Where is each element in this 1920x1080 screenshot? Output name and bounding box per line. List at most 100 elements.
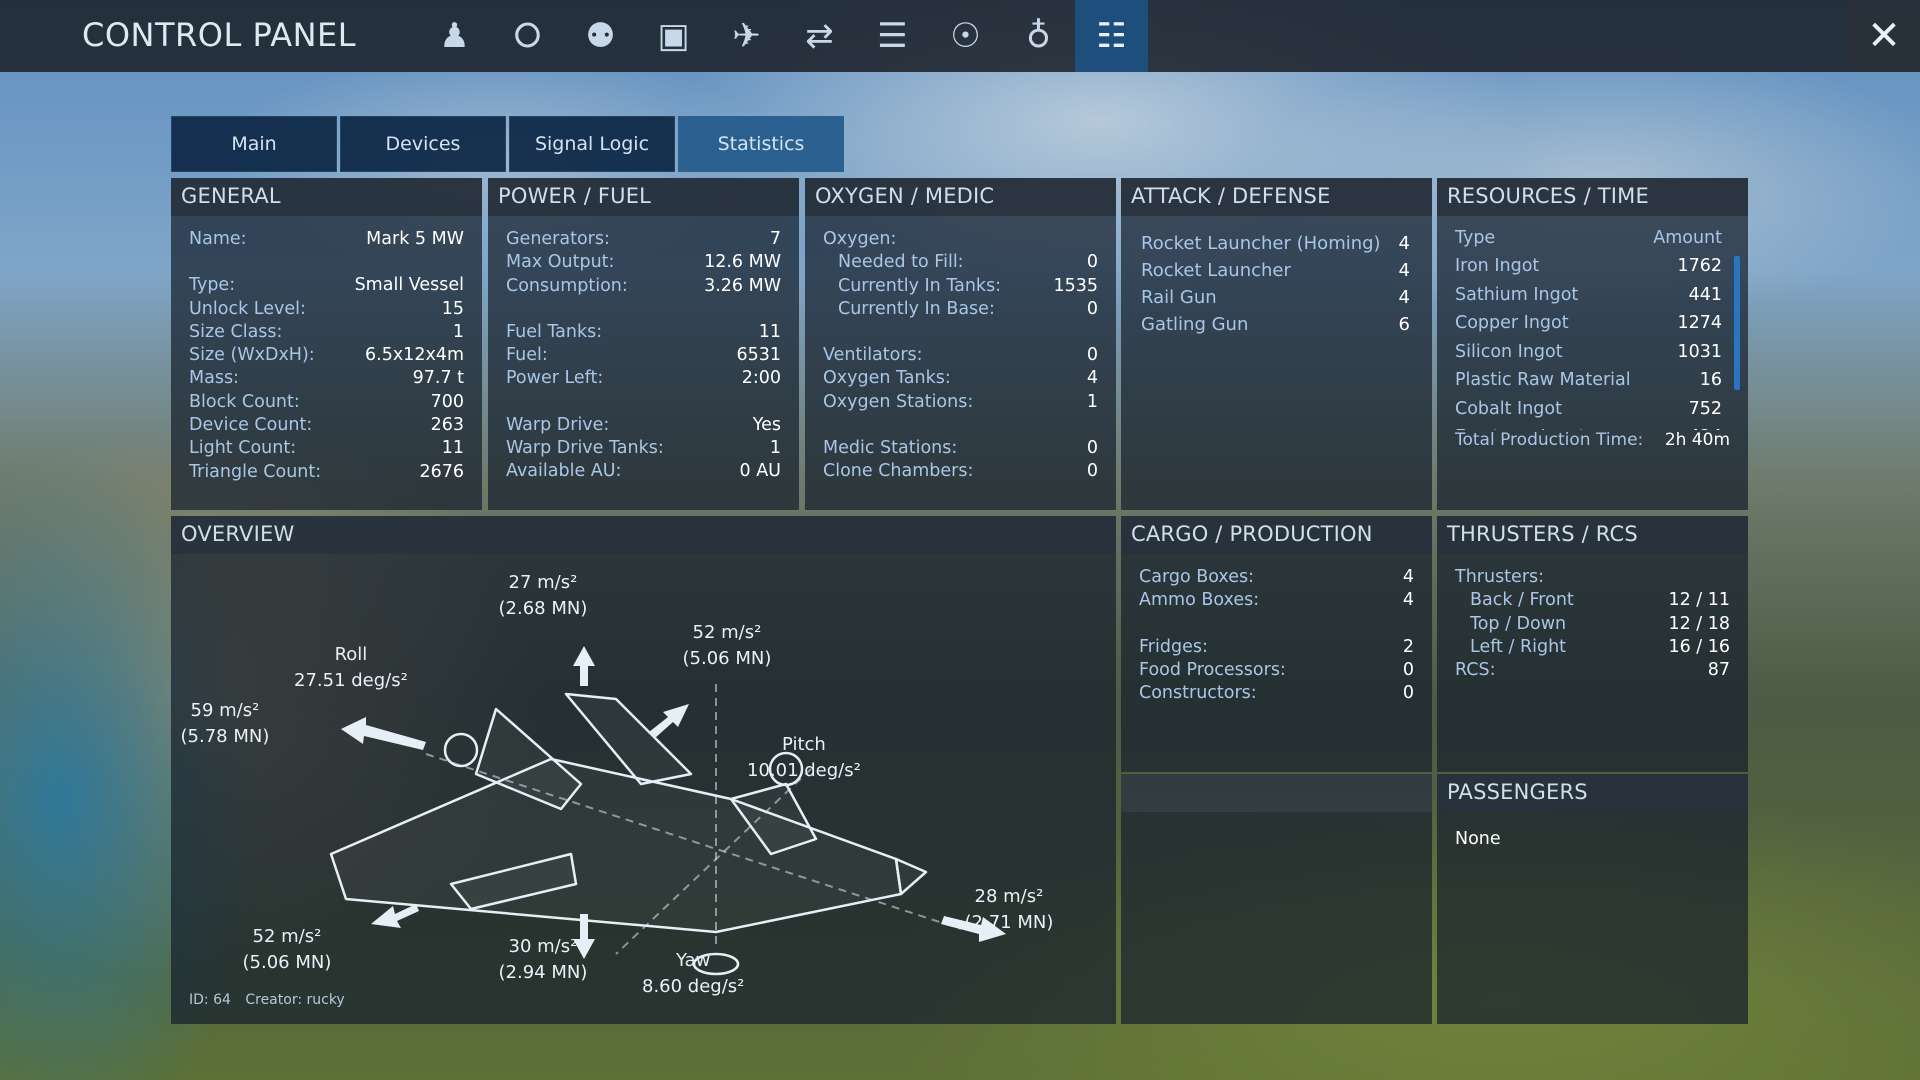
- stat-value: Small Vessel: [354, 275, 464, 296]
- panel-header: RESOURCES / TIME: [1437, 178, 1748, 216]
- stat-value: 16 / 16: [1668, 636, 1730, 657]
- stat-label: Top / Down: [1470, 613, 1567, 634]
- arrow-left: [371, 904, 419, 928]
- stat-value: 0: [1086, 345, 1098, 366]
- close-button[interactable]: ✕: [1848, 0, 1920, 72]
- faction-button[interactable]: ⚉: [564, 0, 637, 72]
- stat-label: Ventilators:: [823, 345, 923, 366]
- panel-header: THRUSTERS / RCS: [1437, 516, 1748, 554]
- blueprint-creator: Creator: rucky: [245, 992, 345, 1008]
- stat-label: Back / Front: [1470, 590, 1574, 611]
- stat-value: 4: [1086, 368, 1098, 389]
- aircraft-button[interactable]: ✈: [710, 0, 783, 72]
- stat-label: Medic Stations:: [823, 438, 958, 459]
- stat-label: Constructors:: [1139, 683, 1257, 704]
- stat-row: Top / Down 12 / 18: [1455, 613, 1730, 636]
- stat-row: Rocket Launcher (Homing) 4: [1141, 230, 1410, 257]
- stat-value: 2: [1402, 636, 1414, 657]
- stat-row: Type: Small Vessel: [189, 274, 464, 297]
- thrust-left-accel: 52 m/s²: [252, 926, 322, 947]
- stat-value: 0 AU: [739, 461, 781, 482]
- stat-row: Size Class: 1: [189, 321, 464, 344]
- stat-value: 12.6 MW: [704, 252, 781, 273]
- tab-statistics[interactable]: Statistics: [678, 116, 844, 172]
- stat-label: Copper Ingot: [1455, 313, 1569, 333]
- stat-label: Sathium Ingot: [1455, 284, 1579, 305]
- stat-row: Rocket Launcher 4: [1141, 257, 1410, 284]
- stat-value: 6.5x12x4m: [365, 345, 464, 366]
- total-production-time: Total Production Time: 2h 40m: [1437, 430, 1748, 450]
- stat-label: Mass:: [189, 368, 239, 389]
- thrust-front-accel: 28 m/s²: [974, 886, 1044, 907]
- structure-icon: ⭘: [513, 16, 542, 56]
- stat-value: 2676: [419, 461, 464, 482]
- roll-indicator: [443, 732, 479, 768]
- stat-value: 1: [769, 438, 781, 459]
- stat-label: Power Left:: [506, 368, 604, 389]
- stat-value: 0: [1086, 252, 1098, 273]
- window-icon: ▣: [657, 16, 690, 56]
- stat-label: Triangle Count:: [189, 461, 322, 482]
- stat-value: 12 / 18: [1668, 613, 1730, 634]
- stat-value: 2:00: [741, 368, 781, 389]
- stat-value: Mark 5 MW: [366, 229, 464, 249]
- stat-row: Power Left: 2:00: [506, 367, 781, 390]
- stat-value: 6: [1398, 314, 1410, 335]
- stat-value: 97.7 t: [412, 368, 464, 389]
- stat-value: 16: [1699, 370, 1722, 390]
- stat-row: Needed to Fill: 0: [823, 251, 1098, 274]
- stat-row: Rail Gun 4: [1141, 284, 1410, 311]
- tab-main[interactable]: Main: [171, 116, 337, 172]
- stat-value: 4: [1398, 233, 1410, 254]
- stat-row: Left / Right 16 / 16: [1455, 636, 1730, 659]
- stat-value: 700: [430, 391, 464, 412]
- tab-signal-logic[interactable]: Signal Logic: [509, 116, 675, 172]
- compass-button[interactable]: ☉: [929, 0, 1002, 72]
- player-button[interactable]: ♟: [418, 0, 491, 72]
- stat-label: Plastic Raw Material: [1455, 370, 1631, 390]
- transfer-button[interactable]: ⇄: [783, 0, 856, 72]
- stat-label: Oxygen Stations:: [823, 391, 974, 412]
- stat-row: Gatling Gun 6: [1141, 311, 1410, 338]
- stat-label: Left / Right: [1470, 636, 1567, 657]
- stat-value: 4: [1398, 260, 1410, 281]
- stat-label: Food Processors:: [1139, 659, 1286, 680]
- panel-header: PASSENGERS: [1437, 774, 1748, 812]
- pitch-value: 10.01 deg/s²: [747, 760, 861, 781]
- resource-scrollbar[interactable]: [1734, 256, 1740, 390]
- stat-list: Generators: 7 Max Output: 12.6 MW Consumptio…: [488, 216, 799, 484]
- panel-cargo-production: CARGO / PRODUCTION Cargo Boxes: 4 Ammo Box…: [1121, 516, 1432, 772]
- thrust-front-force: (2.71 MN): [964, 912, 1054, 933]
- list-icon: ☰: [877, 16, 908, 56]
- stat-row: Ventilators: 0: [823, 344, 1098, 367]
- roll-label: Roll: [334, 644, 368, 665]
- thrust-front-up-force: (5.06 MN): [682, 648, 772, 669]
- top-bar: CONTROL PANEL ♟ ⭘ ⚉ ▣ ✈ ⇄ ☰ ☉ ♁ ☷ ✕: [0, 0, 1920, 72]
- structure-button[interactable]: ⭘: [491, 0, 564, 72]
- list-button[interactable]: ☰: [856, 0, 929, 72]
- stat-row: Oxygen:: [823, 228, 1098, 251]
- stat-value: 4: [1402, 590, 1414, 611]
- tab-devices[interactable]: Devices: [340, 116, 506, 172]
- stat-value: 0: [1086, 461, 1098, 482]
- planet-button[interactable]: ♁: [1002, 0, 1075, 72]
- thrust-up-force: (2.68 MN): [498, 598, 588, 619]
- stat-label: Silicon Ingot: [1455, 341, 1563, 362]
- sliders-button[interactable]: ☷: [1075, 0, 1148, 72]
- stat-label: Oxygen:: [823, 229, 897, 249]
- stat-row: Thrusters:: [1455, 566, 1730, 589]
- stat-value: 0: [1402, 659, 1414, 680]
- stat-value: 263: [430, 415, 464, 436]
- panel-header: ATTACK / DEFENSE: [1121, 178, 1432, 216]
- stat-value: 87: [1707, 660, 1730, 681]
- window-button[interactable]: ▣: [637, 0, 710, 72]
- stat-label: Cargo Boxes:: [1139, 567, 1254, 587]
- stat-value: 0: [1086, 438, 1098, 459]
- stat-row: Warp Drive: Yes: [506, 414, 781, 437]
- stat-value: 1: [1086, 391, 1098, 412]
- stat-label: RCS:: [1455, 660, 1496, 681]
- stat-row: Sathium Ingot 441: [1455, 281, 1722, 310]
- compass-icon: ☉: [950, 16, 981, 56]
- resource-list[interactable]: Iron Ingot 1762 Sathium Ingot 441 Copper Ing…: [1437, 252, 1748, 430]
- stat-label: Needed to Fill:: [838, 252, 964, 273]
